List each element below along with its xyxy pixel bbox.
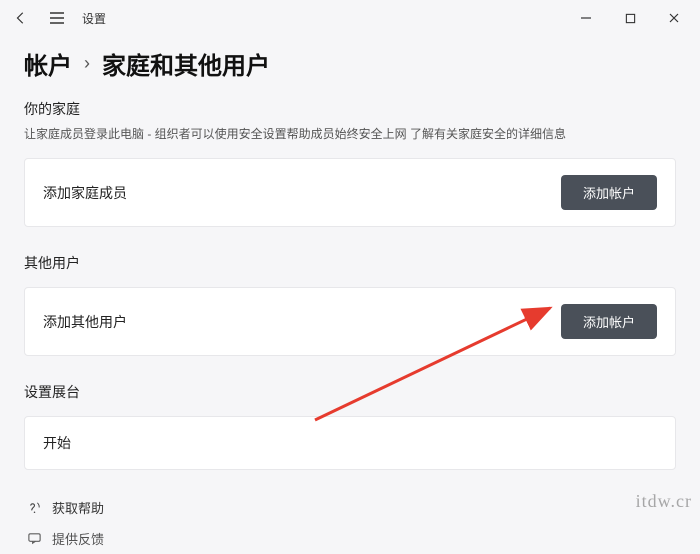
kiosk-title: 设置展台 bbox=[24, 382, 676, 402]
get-help-label: 获取帮助 bbox=[52, 498, 104, 517]
family-desc-link[interactable]: 了解有关家庭安全的详细信息 bbox=[410, 127, 566, 141]
get-help-link[interactable]: 获取帮助 bbox=[24, 492, 676, 523]
other-users-section: 其他用户 添加其他用户 添加帐户 bbox=[24, 253, 676, 356]
titlebar: 设置 bbox=[0, 0, 700, 36]
help-icon bbox=[26, 500, 42, 516]
add-other-user-account-button[interactable]: 添加帐户 bbox=[561, 304, 657, 339]
content-area: 帐户 › 家庭和其他用户 你的家庭 让家庭成员登录此电脑 - 组织者可以使用安全… bbox=[0, 46, 700, 554]
titlebar-left: 设置 bbox=[4, 3, 106, 33]
family-description: 让家庭成员登录此电脑 - 组织者可以使用安全设置帮助成员始终安全上网 了解有关家… bbox=[24, 125, 676, 144]
add-other-user-card: 添加其他用户 添加帐户 bbox=[24, 287, 676, 356]
back-button[interactable] bbox=[4, 3, 38, 33]
maximize-button[interactable] bbox=[608, 3, 652, 33]
minimize-button[interactable] bbox=[564, 3, 608, 33]
feedback-icon bbox=[26, 531, 42, 547]
kiosk-label: 开始 bbox=[43, 433, 71, 453]
feedback-link[interactable]: 提供反馈 bbox=[24, 523, 676, 554]
add-family-label: 添加家庭成员 bbox=[43, 183, 127, 203]
chevron-right-icon: › bbox=[84, 53, 90, 74]
add-family-account-button[interactable]: 添加帐户 bbox=[561, 175, 657, 210]
menu-button[interactable] bbox=[40, 3, 74, 33]
family-desc-text: 让家庭成员登录此电脑 - 组织者可以使用安全设置帮助成员始终安全上网 bbox=[24, 127, 410, 141]
kiosk-card[interactable]: 开始 bbox=[24, 416, 676, 470]
add-family-card: 添加家庭成员 添加帐户 bbox=[24, 158, 676, 227]
other-users-title: 其他用户 bbox=[24, 253, 676, 273]
kiosk-section: 设置展台 开始 bbox=[24, 382, 676, 470]
family-title: 你的家庭 bbox=[24, 99, 676, 119]
breadcrumb: 帐户 › 家庭和其他用户 bbox=[24, 46, 676, 81]
family-section: 你的家庭 让家庭成员登录此电脑 - 组织者可以使用安全设置帮助成员始终安全上网 … bbox=[24, 99, 676, 227]
feedback-label: 提供反馈 bbox=[52, 529, 104, 548]
app-title: 设置 bbox=[82, 10, 106, 27]
watermark: itdw.cr bbox=[636, 491, 692, 512]
breadcrumb-parent[interactable]: 帐户 bbox=[24, 46, 72, 81]
breadcrumb-current: 家庭和其他用户 bbox=[102, 46, 270, 81]
add-other-user-label: 添加其他用户 bbox=[43, 312, 127, 332]
window-controls bbox=[564, 3, 696, 33]
close-button[interactable] bbox=[652, 3, 696, 33]
